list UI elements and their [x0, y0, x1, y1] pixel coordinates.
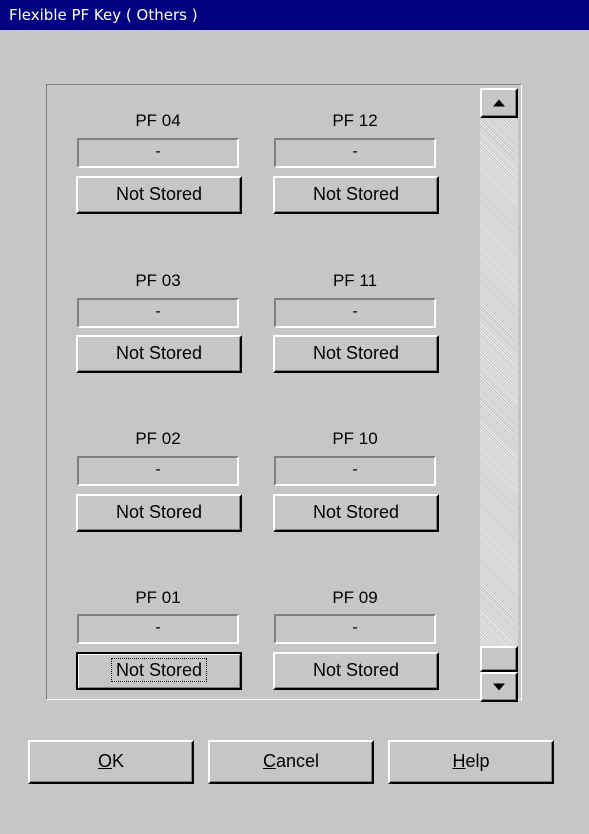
pf09-button-label: Not Stored	[312, 660, 400, 680]
pf02-not-stored-button[interactable]: Not Stored	[76, 494, 242, 532]
scrollbar-thumb[interactable]	[480, 646, 518, 672]
pf04-button-label: Not Stored	[115, 184, 203, 204]
pf09-not-stored-button[interactable]: Not Stored	[273, 652, 439, 690]
cancel-label-rest: ancel	[275, 751, 320, 771]
pf04-value: -	[77, 138, 239, 168]
pf12-label: PF 12	[332, 111, 378, 130]
pf03-not-stored-button[interactable]: Not Stored	[76, 335, 242, 373]
pf10-button-label: Not Stored	[312, 502, 400, 522]
pf11-button-label: Not Stored	[312, 343, 400, 363]
pf01-not-stored-button[interactable]: Not Stored	[76, 652, 242, 690]
help-mnemonic: H	[452, 751, 466, 771]
cancel-mnemonic: C	[262, 751, 276, 771]
cancel-button[interactable]: Cancel	[208, 740, 374, 784]
pf10-value: -	[274, 456, 436, 486]
vertical-scrollbar[interactable]	[480, 88, 518, 702]
pf04-label: PF 04	[135, 111, 181, 130]
help-label-rest: elp	[465, 751, 490, 771]
pf12-button-label: Not Stored	[312, 184, 400, 204]
pf03-value: -	[77, 298, 239, 328]
ok-label-rest: K	[112, 751, 125, 771]
pf02-value: -	[77, 456, 239, 486]
window-title: Flexible PF Key ( Others )	[0, 0, 589, 30]
help-button[interactable]: Help	[388, 740, 554, 784]
ok-mnemonic: O	[97, 751, 112, 771]
pf03-label: PF 03	[135, 271, 181, 290]
pf11-label: PF 11	[332, 271, 378, 290]
scroll-down-button[interactable]	[480, 672, 518, 702]
pf10-label: PF 10	[332, 429, 378, 448]
pf12-value: -	[274, 138, 436, 168]
pf02-label: PF 02	[135, 429, 181, 448]
ok-button[interactable]: OK	[28, 740, 194, 784]
pf02-button-label: Not Stored	[115, 502, 203, 522]
pf09-value: -	[274, 614, 436, 644]
pf09-label: PF 09	[332, 588, 378, 607]
arrow-down-icon	[493, 683, 505, 691]
pf01-button-label: Not Stored	[110, 658, 208, 682]
pf01-label: PF 01	[135, 588, 181, 607]
pf03-button-label: Not Stored	[115, 343, 203, 363]
pf12-not-stored-button[interactable]: Not Stored	[273, 176, 439, 214]
pf10-not-stored-button[interactable]: Not Stored	[273, 494, 439, 532]
pf11-not-stored-button[interactable]: Not Stored	[273, 335, 439, 373]
pf01-value: -	[77, 614, 239, 644]
pf11-value: -	[274, 298, 436, 328]
scroll-up-button[interactable]	[480, 88, 518, 118]
pf04-not-stored-button[interactable]: Not Stored	[76, 176, 242, 214]
arrow-up-icon	[493, 99, 505, 107]
